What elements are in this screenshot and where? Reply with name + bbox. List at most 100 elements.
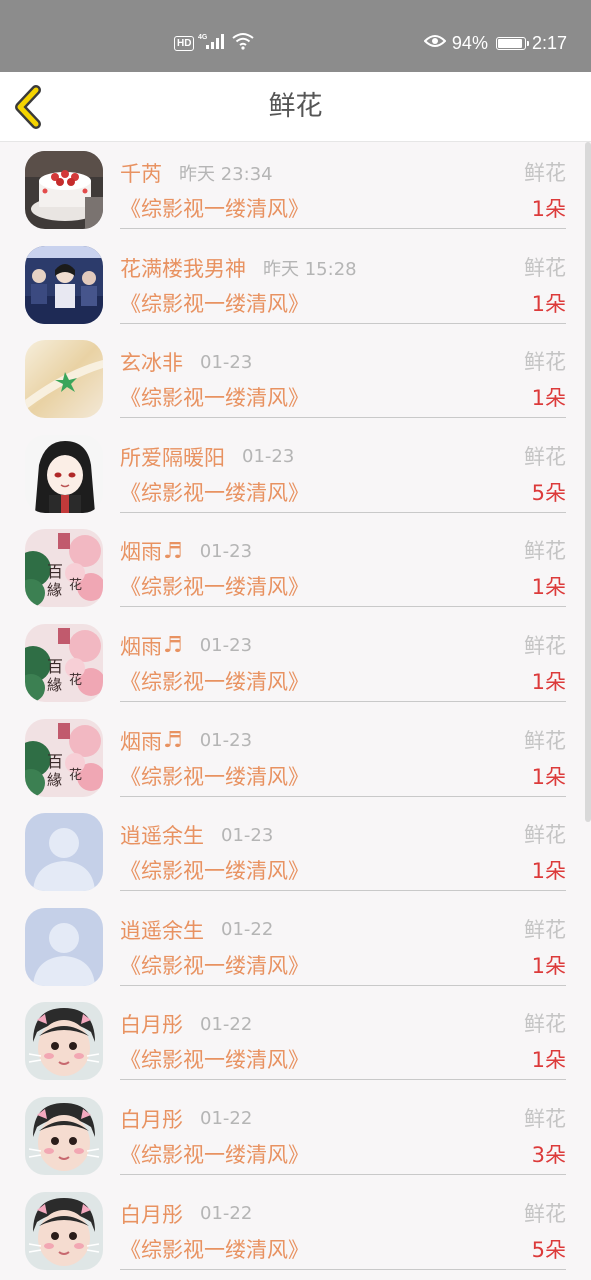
gift-row-content: 玄冰非 01-23 鲜花 《综影视一缕清风》 1朵 — [120, 340, 566, 419]
svg-text:百: 百 — [47, 562, 63, 581]
avatar-anime[interactable] — [25, 434, 103, 513]
scrollbar[interactable] — [585, 142, 591, 822]
avatar-floral[interactable]: 百 緣 花 — [25, 623, 103, 702]
work-title[interactable]: 《综影视一缕清风》 — [120, 290, 309, 318]
gift-row-10[interactable]: 白月彤 01-22 鲜花 《综影视一缕清风》 1朵 — [0, 993, 591, 1088]
gift-type: 鲜花 — [524, 917, 566, 942]
avatar-default[interactable] — [25, 907, 103, 986]
gift-row-content: 逍遥余生 01-23 鲜花 《综影视一缕清风》 1朵 — [120, 813, 566, 892]
work-title[interactable]: 《综影视一缕清风》 — [120, 195, 309, 223]
work-title[interactable]: 《综影视一缕清风》 — [120, 763, 309, 791]
gift-row-1[interactable]: 千芮 昨天 23:34 鲜花 《综影视一缕清风》 1朵 — [0, 142, 591, 237]
user-name[interactable]: 白月彤 — [120, 1009, 183, 1039]
gift-time: 01-23 — [199, 540, 253, 562]
avatar-floral[interactable]: 百 緣 花 — [25, 529, 103, 608]
gift-count: 1朵 — [531, 859, 566, 884]
nav-bar: 鲜花 — [0, 72, 591, 142]
gift-row-content: 千芮 昨天 23:34 鲜花 《综影视一缕清风》 1朵 — [120, 151, 566, 229]
svg-text:花: 花 — [69, 577, 82, 593]
gift-time: 01-23 — [199, 635, 253, 657]
user-name[interactable]: 烟雨 — [120, 536, 162, 566]
battery-percent: 94% — [451, 32, 488, 53]
gift-row-header: 逍遥余生 01-23 鲜花 — [120, 821, 566, 849]
user-name[interactable]: 逍遥余生 — [120, 820, 204, 850]
gift-row-detail: 《综影视一缕清风》 1朵 — [120, 857, 566, 885]
gift-list[interactable]: 千芮 昨天 23:34 鲜花 《综影视一缕清风》 1朵 花满楼我男神 昨天 15… — [0, 142, 591, 1280]
gift-row-content: 所爱隔暖阳 01-23 鲜花 《综影视一缕清风》 5朵 — [120, 435, 566, 513]
gift-time: 01-22 — [200, 1203, 253, 1225]
gift-row-11[interactable]: 白月彤 01-22 鲜花 《综影视一缕清风》 3朵 — [0, 1088, 591, 1183]
user-name[interactable]: 千芮 — [120, 158, 162, 188]
work-title[interactable]: 《综影视一缕清风》 — [120, 857, 309, 885]
gift-row-content: 烟雨 ♬ 01-23 鲜花 《综影视一缕清风》 1朵 — [120, 624, 566, 702]
gift-row-5[interactable]: 百 緣 花 烟雨 ♬ 01-23 鲜花 《综影视一缕清风》 1朵 — [0, 520, 591, 615]
user-name[interactable]: 白月彤 — [120, 1199, 183, 1229]
gift-row-8[interactable]: 逍遥余生 01-23 鲜花 《综影视一缕清风》 1朵 — [0, 804, 591, 899]
avatar-floral[interactable]: 百 緣 花 — [25, 718, 103, 797]
gift-row-12[interactable]: 白月彤 01-22 鲜花 《综影视一缕清风》 5朵 — [0, 1183, 591, 1278]
gift-time: 01-23 — [199, 730, 253, 752]
gift-row-detail: 《综影视一缕清风》 1朵 — [120, 952, 566, 980]
hd-badge: HD — [174, 35, 195, 51]
status-bar: HD 4G 94% 2:17 — [0, 0, 591, 72]
work-title[interactable]: 《综影视一缕清风》 — [120, 1046, 309, 1074]
gift-type: 鲜花 — [524, 1106, 566, 1131]
gift-row-detail: 《综影视一缕清风》 1朵 — [120, 668, 566, 696]
music-note-icon: ♬ — [163, 633, 183, 659]
gift-row-header: 花满楼我男神 昨天 15:28 鲜花 — [120, 254, 566, 282]
gift-count: 1朵 — [531, 197, 566, 221]
work-title[interactable]: 《综影视一缕清风》 — [120, 1141, 309, 1169]
avatar-photo[interactable] — [25, 245, 103, 324]
svg-text:4G: 4G — [198, 34, 208, 41]
user-name[interactable]: 烟雨 — [120, 631, 162, 661]
page-title: 鲜花 — [268, 91, 323, 122]
svg-text:花: 花 — [69, 672, 82, 688]
gift-type: 鲜花 — [524, 1201, 566, 1226]
user-name[interactable]: 逍遥余生 — [120, 915, 204, 945]
work-title[interactable]: 《综影视一缕清风》 — [120, 384, 309, 412]
user-name[interactable]: 所爱隔暖阳 — [120, 442, 225, 472]
eye-icon — [423, 33, 447, 54]
work-title[interactable]: 《综影视一缕清风》 — [120, 1236, 309, 1264]
avatar-default[interactable] — [25, 813, 103, 892]
gift-count: 1朵 — [531, 764, 566, 789]
gift-count: 1朵 — [531, 953, 566, 978]
work-title[interactable]: 《综影视一缕清风》 — [120, 952, 309, 980]
work-title[interactable]: 《综影视一缕清风》 — [120, 668, 309, 696]
gift-row-header: 烟雨 ♬ 01-23 鲜花 — [120, 537, 566, 565]
work-title[interactable]: 《综影视一缕清风》 — [120, 573, 309, 601]
svg-text:花: 花 — [69, 767, 82, 783]
gift-row-content: 白月彤 01-22 鲜花 《综影视一缕清风》 5朵 — [120, 1192, 566, 1270]
gift-row-content: 花满楼我男神 昨天 15:28 鲜花 《综影视一缕清风》 1朵 — [120, 246, 566, 324]
gift-count: 5朵 — [531, 480, 566, 505]
gift-row-content: 烟雨 ♬ 01-23 鲜花 《综影视一缕清风》 1朵 — [120, 529, 566, 608]
avatar-baby[interactable] — [25, 1096, 103, 1175]
gift-count: 3朵 — [531, 1142, 566, 1167]
avatar-baby[interactable] — [25, 1002, 103, 1081]
avatar-baby[interactable] — [25, 1191, 103, 1270]
gift-row-2[interactable]: 花满楼我男神 昨天 15:28 鲜花 《综影视一缕清风》 1朵 — [0, 237, 591, 332]
gift-row-content: 逍遥余生 01-22 鲜花 《综影视一缕清风》 1朵 — [120, 908, 566, 986]
gift-row-7[interactable]: 百 緣 花 烟雨 ♬ 01-23 鲜花 《综影视一缕清风》 1朵 — [0, 710, 591, 805]
gift-count: 1朵 — [531, 291, 566, 316]
svg-text:緣: 緣 — [47, 581, 62, 599]
gift-row-9[interactable]: 逍遥余生 01-22 鲜花 《综影视一缕清风》 1朵 — [0, 899, 591, 994]
status-right: 94% 2:17 — [423, 31, 567, 55]
gift-row-3[interactable]: 玄冰非 01-23 鲜花 《综影视一缕清风》 1朵 — [0, 331, 591, 426]
gift-time: 昨天 23:34 — [179, 164, 273, 185]
gift-row-header: 烟雨 ♬ 01-23 鲜花 — [120, 727, 566, 755]
user-name[interactable]: 花满楼我男神 — [120, 253, 246, 283]
gift-row-4[interactable]: 所爱隔暖阳 01-23 鲜花 《综影视一缕清风》 5朵 — [0, 426, 591, 521]
gift-row-content: 烟雨 ♬ 01-23 鲜花 《综影视一缕清风》 1朵 — [120, 719, 566, 797]
music-note-icon: ♬ — [163, 728, 183, 754]
user-name[interactable]: 玄冰非 — [120, 347, 183, 377]
music-note-icon: ♬ — [163, 538, 183, 564]
gift-row-6[interactable]: 百 緣 花 烟雨 ♬ 01-23 鲜花 《综影视一缕清风》 1朵 — [0, 615, 591, 710]
avatar-cake[interactable] — [25, 151, 103, 229]
user-name[interactable]: 烟雨 — [120, 726, 162, 756]
user-name[interactable]: 白月彤 — [120, 1104, 183, 1134]
svg-text:百: 百 — [47, 657, 63, 676]
work-title[interactable]: 《综影视一缕清风》 — [120, 479, 309, 507]
avatar-leaf[interactable] — [25, 340, 103, 419]
svg-text:緣: 緣 — [47, 676, 62, 694]
